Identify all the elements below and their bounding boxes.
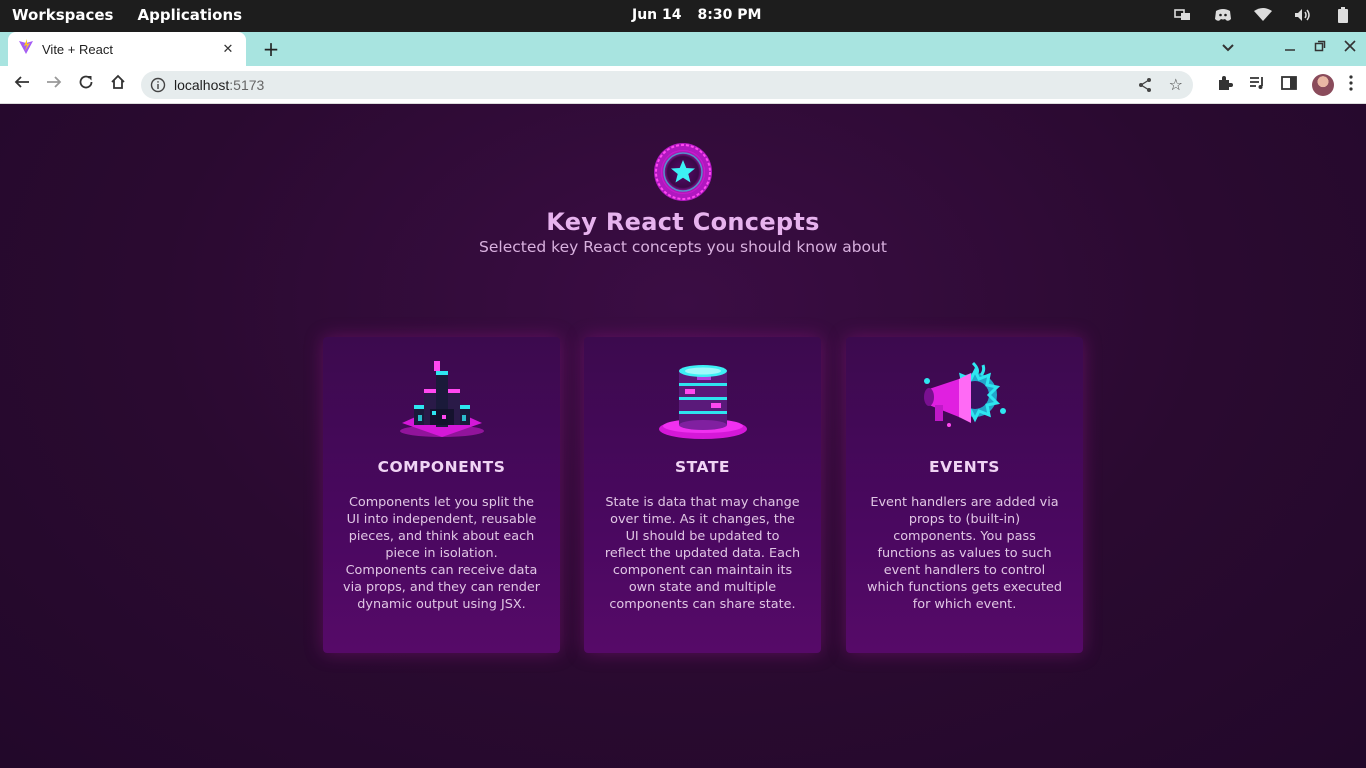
network-icon[interactable] [1174, 6, 1192, 24]
tab-strip: Vite + React ✕ + [0, 32, 1366, 66]
tab-vite-react[interactable]: Vite + React ✕ [8, 32, 246, 66]
state-icon [657, 359, 749, 441]
vite-icon [18, 39, 34, 59]
minimize-icon[interactable] [1284, 40, 1296, 56]
card-description: Event handlers are added via props to (b… [867, 495, 1062, 612]
close-window-icon[interactable] [1344, 40, 1356, 56]
battery-icon[interactable] [1334, 6, 1352, 24]
card-description: Components let you split the UI into ind… [343, 495, 540, 612]
card-title: STATE [675, 458, 730, 476]
address-bar[interactable]: localhost:5173 ☆ [141, 71, 1193, 99]
browser-toolbar: localhost:5173 ☆ [0, 66, 1366, 104]
reload-icon[interactable] [75, 74, 97, 96]
concept-card-components: COMPONENTS Components let you split the … [323, 337, 560, 653]
share-icon[interactable] [1137, 77, 1153, 93]
forward-icon[interactable] [43, 74, 65, 96]
star-badge-icon [652, 141, 714, 203]
components-icon [396, 359, 488, 441]
plus-icon[interactable]: + [260, 38, 282, 60]
discord-icon[interactable] [1214, 6, 1232, 24]
window-controls [1222, 40, 1356, 56]
url-host: localhost [174, 77, 230, 93]
maximize-icon[interactable] [1314, 40, 1326, 56]
extensions-icon[interactable] [1216, 74, 1234, 96]
os-top-bar: Workspaces Applications Jun 14 8:30 PM [0, 0, 1366, 32]
page-subtitle: Selected key React concepts you should k… [479, 238, 887, 256]
clock-date: Jun 14 [632, 7, 682, 23]
system-tray [1174, 6, 1352, 24]
url-port: :5173 [229, 77, 265, 93]
app-page: Key React Concepts Selected key React co… [0, 104, 1366, 768]
clock-time: 8:30 PM [697, 7, 762, 23]
star-icon[interactable]: ☆ [1169, 75, 1183, 94]
concept-card-state: STATE State is data that may change over… [584, 337, 821, 653]
card-title: COMPONENTS [377, 458, 506, 476]
back-icon[interactable] [11, 74, 33, 96]
avatar[interactable] [1312, 74, 1334, 96]
menu-icon[interactable] [1348, 74, 1354, 96]
card-title: EVENTS [929, 458, 1000, 476]
tab-title: Vite + React [42, 41, 113, 57]
close-icon[interactable]: ✕ [220, 42, 236, 57]
card-description: State is data that may change over time.… [604, 495, 801, 612]
applications-button[interactable]: Applications [137, 6, 242, 24]
workspaces-button[interactable]: Workspaces [12, 6, 113, 24]
events-icon [919, 359, 1011, 441]
chevron-down-icon[interactable] [1222, 41, 1234, 56]
page-title: Key React Concepts [546, 208, 820, 236]
extension-area [1216, 74, 1354, 96]
home-icon[interactable] [107, 74, 129, 96]
info-icon[interactable] [150, 77, 166, 93]
volume-icon[interactable] [1294, 6, 1312, 24]
concept-card-events: EVENTS Event handlers are added via prop… [846, 337, 1083, 653]
url-text[interactable]: localhost:5173 [174, 77, 264, 93]
wifi-icon[interactable] [1254, 6, 1272, 24]
media-icon[interactable] [1248, 74, 1266, 96]
clock[interactable]: Jun 14 8:30 PM [632, 7, 761, 23]
sidepanel-icon[interactable] [1280, 74, 1298, 96]
